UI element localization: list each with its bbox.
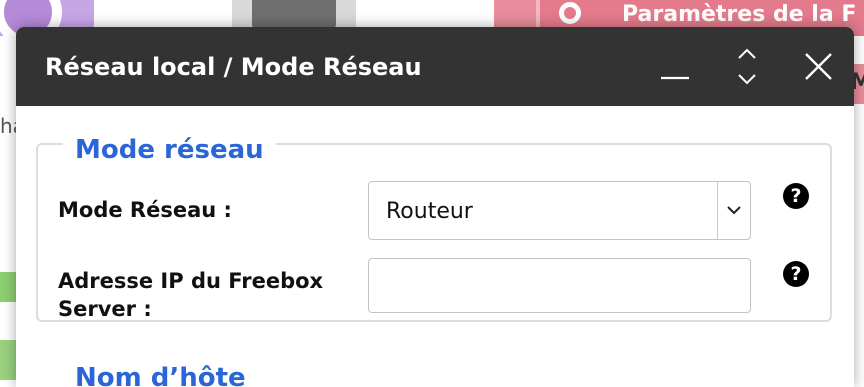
expand-collapse-icon [738,48,756,85]
ip-label-line2: Server : [58,297,152,321]
expand-collapse-button[interactable] [722,27,772,106]
mode-select[interactable]: Routeur [368,181,751,240]
background-green-block [0,272,16,302]
ip-label-line1: Adresse IP du Freebox [58,269,324,293]
background-green-block [0,340,16,380]
next-section-legend: Nom d’hôte [75,363,246,387]
close-button[interactable] [794,27,844,106]
help-icon[interactable]: ? [783,183,809,209]
folder-icon [252,0,336,30]
minimize-icon [661,76,689,80]
section-legend: Mode réseau [63,133,276,167]
dialog-content: Mode réseau Mode Réseau : Routeur ? Adre… [16,106,854,387]
close-icon [805,53,832,80]
dialog-titlebar[interactable]: Réseau local / Mode Réseau [16,27,854,106]
network-mode-dialog: Réseau local / Mode Réseau Mode réseau M… [16,27,854,387]
chevron-down-icon[interactable] [718,182,751,239]
search-icon [559,2,581,24]
ip-address-input[interactable] [368,258,751,313]
mode-label: Mode Réseau : [58,198,232,222]
dialog-title: Réseau local / Mode Réseau [45,53,422,81]
background-window-title: Paramètres de la F [622,2,857,27]
mode-select-value: Routeur [386,199,473,224]
help-icon[interactable]: ? [783,261,809,287]
minimize-button[interactable] [650,27,700,106]
